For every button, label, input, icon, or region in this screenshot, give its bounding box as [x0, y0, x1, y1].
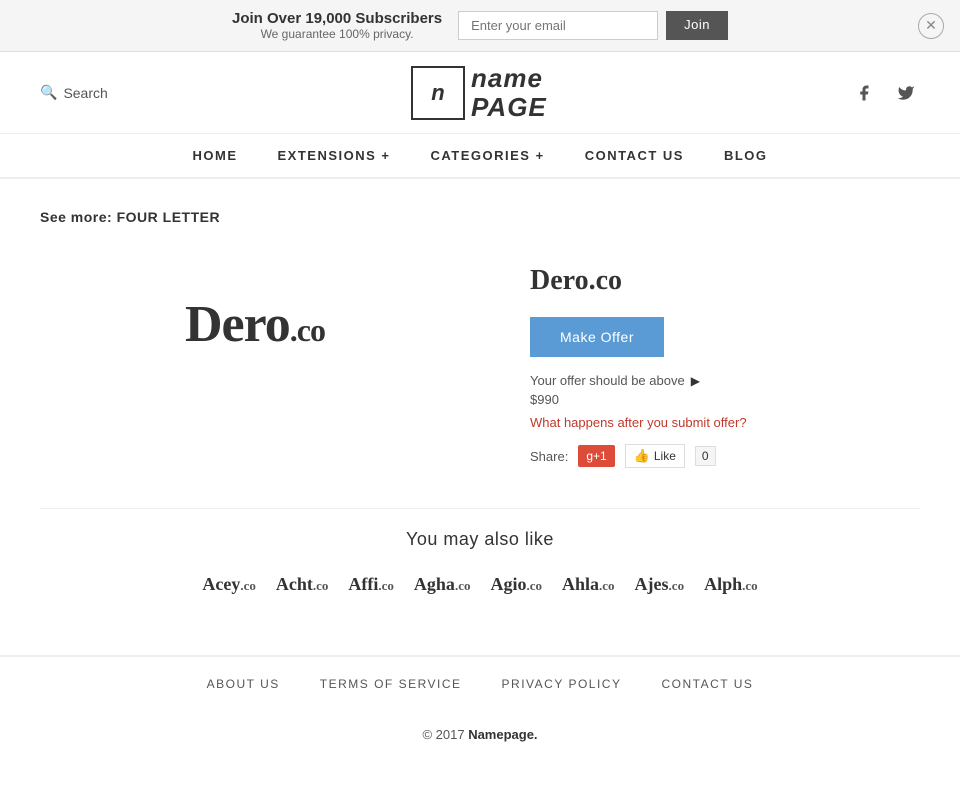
domain-card[interactable]: Ahla.co [562, 574, 615, 595]
domain-card-tld: .co [599, 578, 615, 593]
fb-count: 0 [695, 446, 716, 466]
nav-extensions[interactable]: EXTENSIONS + [277, 148, 390, 163]
offer-arrow-icon: ▶ [691, 374, 700, 388]
offer-amount: $990 [530, 392, 920, 407]
domain-card-name: Ahla [562, 574, 599, 594]
domain-info: Dero.co Make Offer Your offer should be … [530, 255, 920, 468]
domain-card-name: Alph [704, 574, 742, 594]
footer-links: ABOUT US TERMS OF SERVICE PRIVACY POLICY CO… [0, 655, 960, 711]
domain-card[interactable]: Acht.co [276, 574, 329, 595]
search-button[interactable]: 🔍 Search [40, 84, 108, 101]
see-more: See more: FOUR LETTER [40, 209, 920, 225]
domain-card[interactable]: Agio.co [490, 574, 542, 595]
logo-page: PAGE [471, 93, 547, 122]
banner-form: Join [458, 11, 728, 40]
domain-card-name: Acht [276, 574, 313, 594]
fb-like-button[interactable]: 👍 Like [625, 444, 685, 468]
top-banner: Join Over 19,000 Subscribers We guarante… [0, 0, 960, 52]
domain-card[interactable]: Alph.co [704, 574, 758, 595]
footer-link[interactable]: CONTACT US [661, 677, 753, 691]
close-button[interactable]: ✕ [918, 13, 944, 39]
domain-title: Dero.co [530, 265, 920, 297]
search-icon: 🔍 [40, 84, 57, 101]
logo-icon-box: n [411, 66, 465, 120]
also-like-title: You may also like [40, 529, 920, 550]
header: 🔍 Search n name PAGE [0, 52, 960, 134]
domain-card-name: Agio [490, 574, 526, 594]
nav-categories[interactable]: CATEGORIES + [430, 148, 544, 163]
domain-card-tld: .co [240, 578, 256, 593]
logo-name: name [471, 64, 547, 93]
facebook-icon[interactable] [850, 79, 878, 107]
offer-link[interactable]: What happens after you submit offer? [530, 415, 920, 430]
domain-card-tld: .co [669, 578, 685, 593]
banner-sub-text: We guarantee 100% privacy. [232, 27, 442, 41]
nav-home[interactable]: HOME [192, 148, 237, 163]
domain-card-name: Agha [414, 574, 455, 594]
footer-link[interactable]: PRIVACY POLICY [502, 677, 622, 691]
footer-link[interactable]: ABOUT US [207, 677, 280, 691]
main-nav: HOME EXTENSIONS + CATEGORIES + CONTACT U… [0, 134, 960, 179]
nav-contact[interactable]: CONTACT US [585, 148, 684, 163]
domain-card-name: Ajes [635, 574, 669, 594]
domain-card[interactable]: Acey.co [202, 574, 256, 595]
domain-card-name: Acey [202, 574, 240, 594]
footer-link[interactable]: TERMS OF SERVICE [320, 677, 462, 691]
banner-text: Join Over 19,000 Subscribers We guarante… [232, 10, 442, 41]
see-more-label: See more: [40, 209, 112, 225]
domain-visual: Dero.co [40, 255, 470, 394]
domain-card[interactable]: Ajes.co [635, 574, 685, 595]
offer-info: Your offer should be above ▶ [530, 373, 920, 388]
domain-card-name: Affi [348, 574, 378, 594]
domain-visual-name: Dero [185, 296, 290, 353]
domain-card-tld: .co [742, 578, 758, 593]
gplus-button[interactable]: g+1 [578, 445, 614, 467]
make-offer-button[interactable]: Make Offer [530, 317, 664, 357]
fb-thumb-icon: 👍 [634, 448, 650, 464]
offer-info-text: Your offer should be above [530, 373, 685, 388]
share-row: Share: g+1 👍 Like 0 [530, 444, 920, 468]
fb-like-label: Like [654, 449, 676, 463]
domain-card-tld: .co [378, 578, 394, 593]
see-more-value[interactable]: FOUR LETTER [117, 209, 221, 225]
join-button[interactable]: Join [666, 11, 728, 40]
twitter-icon[interactable] [892, 79, 920, 107]
logo-text: name PAGE [471, 64, 547, 121]
domain-card[interactable]: Affi.co [348, 574, 394, 595]
footer-copy: © 2017 Namepage. [0, 711, 960, 758]
domain-card-tld: .co [526, 578, 542, 593]
share-label: Share: [530, 449, 568, 464]
email-input[interactable] [458, 11, 658, 40]
also-like-section: You may also like Acey.coAcht.coAffi.coA… [40, 508, 920, 625]
also-like-grid: Acey.coAcht.coAffi.coAgha.coAgio.coAhla.… [40, 574, 920, 595]
search-label: Search [63, 85, 107, 101]
brand-link[interactable]: Namepage. [468, 727, 537, 742]
domain-card-tld: .co [455, 578, 471, 593]
domain-main-section: Dero.co Dero.co Make Offer Your offer sh… [40, 255, 920, 468]
domain-card-tld: .co [313, 578, 329, 593]
banner-main-text: Join Over 19,000 Subscribers [232, 10, 442, 27]
main-content: See more: FOUR LETTER Dero.co Dero.co Ma… [0, 179, 960, 655]
domain-visual-text: Dero.co [185, 295, 325, 354]
logo-icon: n [431, 80, 444, 106]
nav-blog[interactable]: BLOG [724, 148, 768, 163]
social-links [850, 79, 920, 107]
logo[interactable]: n name PAGE [411, 64, 547, 121]
domain-card[interactable]: Agha.co [414, 574, 471, 595]
copyright-text: © 2017 [422, 727, 464, 742]
domain-visual-tld: .co [290, 312, 325, 348]
